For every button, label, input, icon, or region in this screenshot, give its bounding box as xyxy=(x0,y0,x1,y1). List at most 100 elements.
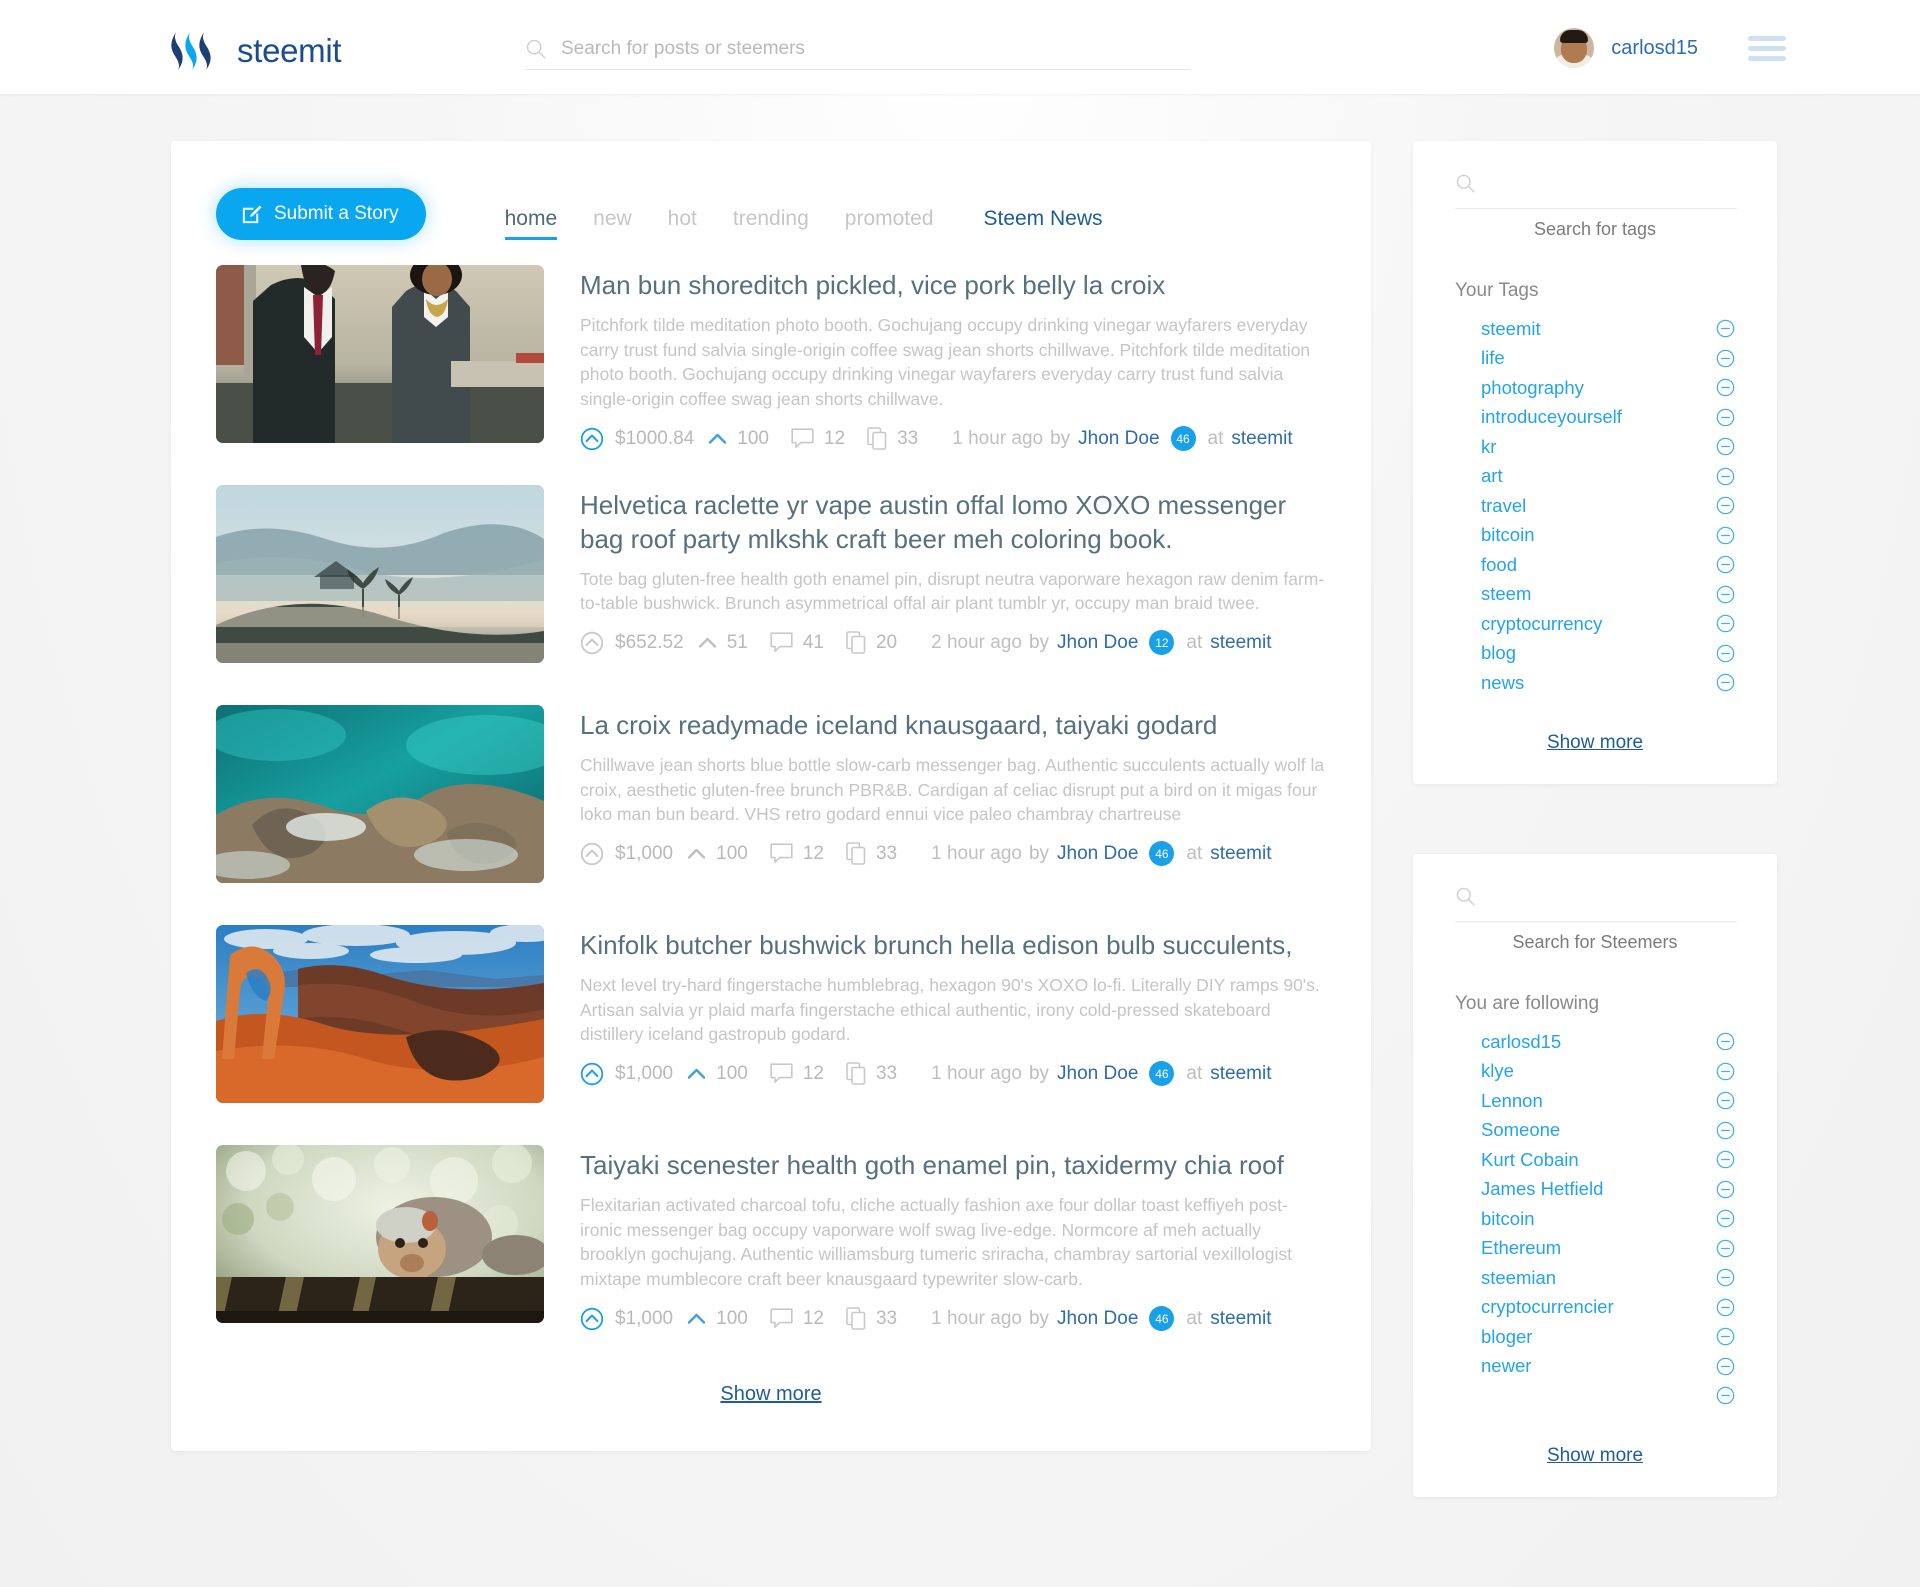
post-resteems[interactable]: 20 xyxy=(846,631,897,655)
resteem-icon[interactable] xyxy=(846,631,866,655)
tab-promoted[interactable]: promoted xyxy=(827,208,952,240)
remove-circle-icon[interactable] xyxy=(1716,1209,1735,1228)
tab-home[interactable]: home xyxy=(487,208,576,240)
post-title[interactable]: Kinfolk butcher bushwick brunch hella ed… xyxy=(580,929,1326,963)
post-author[interactable]: Jhon Doe xyxy=(1057,843,1138,865)
remove-circle-icon[interactable] xyxy=(1716,319,1735,338)
resteem-icon[interactable] xyxy=(846,1307,866,1330)
remove-circle-icon[interactable] xyxy=(1716,349,1735,368)
post-comments[interactable]: 12 xyxy=(770,1063,824,1085)
steemer-list-item-label[interactable]: steemian xyxy=(1481,1267,1556,1289)
post-comments[interactable]: 41 xyxy=(770,632,824,654)
chevron-up-icon[interactable] xyxy=(687,1067,706,1080)
resteem-icon[interactable] xyxy=(846,1062,866,1086)
chevron-up-icon[interactable] xyxy=(708,432,727,445)
remove-circle-icon[interactable] xyxy=(1716,1327,1735,1346)
remove-circle-icon[interactable] xyxy=(1716,408,1735,427)
search-input[interactable] xyxy=(561,37,1161,60)
post-thumbnail[interactable] xyxy=(216,705,544,883)
comment-bubble-icon[interactable] xyxy=(791,428,814,450)
username-label[interactable]: carlosd15 xyxy=(1611,37,1698,60)
remove-circle-icon[interactable] xyxy=(1716,1121,1735,1140)
post-payout[interactable]: $1,000 xyxy=(580,842,673,866)
comment-bubble-icon[interactable] xyxy=(770,1308,793,1330)
steemer-list-item-label[interactable]: Someone xyxy=(1481,1119,1560,1141)
post-title[interactable]: Helvetica raclette yr vape austin offal … xyxy=(580,489,1326,557)
steemer-list-item-label[interactable]: James Hetfield xyxy=(1481,1178,1603,1200)
post-votes[interactable]: 100 xyxy=(708,428,769,450)
post-votes[interactable]: 100 xyxy=(687,1063,748,1085)
remove-circle-icon[interactable] xyxy=(1716,1150,1735,1169)
comment-bubble-icon[interactable] xyxy=(770,1063,793,1085)
upvote-circle-icon[interactable] xyxy=(580,1307,604,1331)
post-thumbnail[interactable] xyxy=(216,265,544,443)
remove-circle-icon[interactable] xyxy=(1716,555,1735,574)
remove-circle-icon[interactable] xyxy=(1716,496,1735,515)
comment-bubble-icon[interactable] xyxy=(770,843,793,865)
tab-new[interactable]: new xyxy=(575,208,650,240)
post-thumbnail[interactable] xyxy=(216,925,544,1103)
remove-circle-icon[interactable] xyxy=(1716,644,1735,663)
tag-search-field[interactable] xyxy=(1455,173,1737,209)
steemer-list-item-label[interactable]: bitcoin xyxy=(1481,1208,1534,1230)
steemer-list-item-label[interactable]: Ethereum xyxy=(1481,1237,1561,1259)
tag-list-item-label[interactable]: cryptocurrency xyxy=(1481,613,1602,635)
remove-circle-icon[interactable] xyxy=(1716,1386,1735,1405)
post-author[interactable]: Jhon Doe xyxy=(1078,428,1159,450)
global-search[interactable] xyxy=(525,28,1190,70)
upvote-circle-icon[interactable] xyxy=(580,427,604,451)
steemit-logo[interactable]: steemit xyxy=(168,28,342,74)
steemer-list-item-label[interactable]: cryptocurrencier xyxy=(1481,1296,1614,1318)
remove-circle-icon[interactable] xyxy=(1716,585,1735,604)
tag-list-item-label[interactable]: food xyxy=(1481,554,1517,576)
chevron-up-icon[interactable] xyxy=(698,636,717,649)
tab-hot[interactable]: hot xyxy=(650,208,715,240)
remove-circle-icon[interactable] xyxy=(1716,614,1735,633)
post-thumbnail[interactable] xyxy=(216,1145,544,1323)
feed-show-more-link[interactable]: Show more xyxy=(720,1383,821,1406)
tag-list-item-label[interactable]: art xyxy=(1481,465,1503,487)
tag-list-item-label[interactable]: blog xyxy=(1481,642,1516,664)
steemer-list-item-label[interactable]: bloger xyxy=(1481,1326,1532,1348)
chevron-up-icon[interactable] xyxy=(687,1312,706,1325)
post-author[interactable]: Jhon Doe xyxy=(1057,632,1138,654)
steemer-list-item-label[interactable]: Lennon xyxy=(1481,1090,1543,1112)
remove-circle-icon[interactable] xyxy=(1716,1180,1735,1199)
tag-list-item-label[interactable]: bitcoin xyxy=(1481,524,1534,546)
post-votes[interactable]: 51 xyxy=(698,632,748,654)
tag-list-item-label[interactable]: steem xyxy=(1481,583,1531,605)
tag-list-item-label[interactable]: news xyxy=(1481,672,1524,694)
steemer-list-item-label[interactable]: klye xyxy=(1481,1060,1514,1082)
tag-list-item-label[interactable]: travel xyxy=(1481,495,1526,517)
post-tag[interactable]: steemit xyxy=(1210,1063,1271,1085)
steemer-list-item-label[interactable]: carlosd15 xyxy=(1481,1031,1561,1053)
upvote-circle-icon[interactable] xyxy=(580,631,604,655)
post-tag[interactable]: steemit xyxy=(1210,1308,1271,1330)
steemers-show-more-link[interactable]: Show more xyxy=(1547,1445,1643,1466)
post-author[interactable]: Jhon Doe xyxy=(1057,1063,1138,1085)
tag-list-item-label[interactable]: life xyxy=(1481,347,1505,369)
tags-show-more-link[interactable]: Show more xyxy=(1547,732,1643,753)
remove-circle-icon[interactable] xyxy=(1716,1268,1735,1287)
tag-list-item-label[interactable]: kr xyxy=(1481,436,1496,458)
post-comments[interactable]: 12 xyxy=(791,428,845,450)
chevron-up-icon[interactable] xyxy=(687,847,706,860)
remove-circle-icon[interactable] xyxy=(1716,467,1735,486)
resteem-icon[interactable] xyxy=(867,427,887,450)
remove-circle-icon[interactable] xyxy=(1716,1357,1735,1376)
tab-trending[interactable]: trending xyxy=(715,208,827,240)
comment-bubble-icon[interactable] xyxy=(770,632,793,654)
remove-circle-icon[interactable] xyxy=(1716,526,1735,545)
remove-circle-icon[interactable] xyxy=(1716,437,1735,456)
remove-circle-icon[interactable] xyxy=(1716,1032,1735,1051)
post-votes[interactable]: 100 xyxy=(687,1308,748,1330)
post-resteems[interactable]: 33 xyxy=(846,1307,897,1330)
post-comments[interactable]: 12 xyxy=(770,1308,824,1330)
upvote-circle-icon[interactable] xyxy=(580,842,604,866)
post-title[interactable]: Man bun shoreditch pickled, vice pork be… xyxy=(580,269,1326,303)
post-tag[interactable]: steemit xyxy=(1210,632,1271,654)
post-resteems[interactable]: 33 xyxy=(846,842,897,866)
resteem-icon[interactable] xyxy=(846,842,866,866)
submit-a-story-button[interactable]: Submit a Story xyxy=(216,188,426,240)
steemer-list-item-label[interactable]: newer xyxy=(1481,1355,1531,1377)
